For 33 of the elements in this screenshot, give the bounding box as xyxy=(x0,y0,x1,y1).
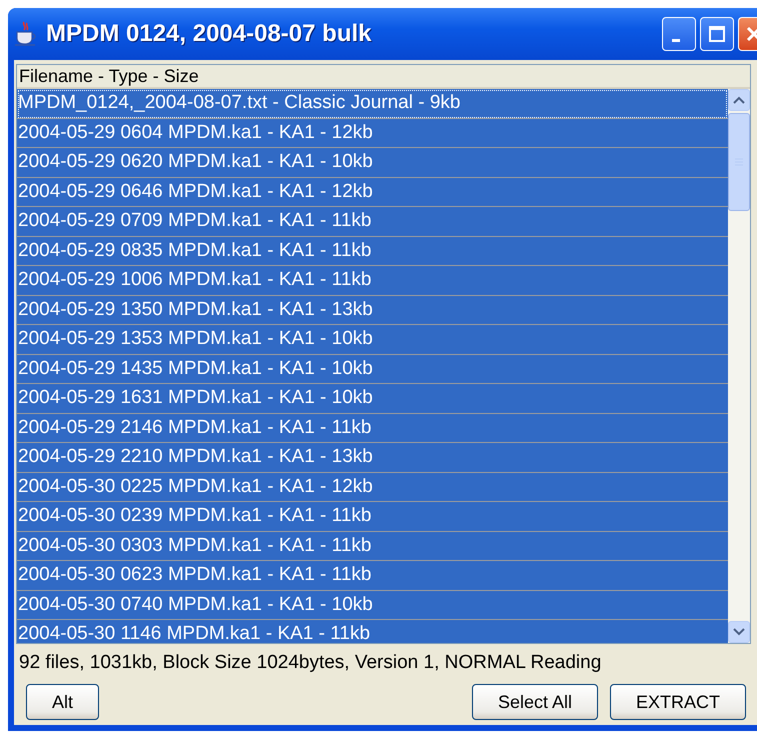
file-row[interactable]: 2004-05-29 1631 MPDM.ka1 - KA1 - 10kb xyxy=(17,384,728,414)
coffee-cup-icon xyxy=(14,21,38,47)
file-row[interactable]: 2004-05-30 1146 MPDM.ka1 - KA1 - 11kb xyxy=(17,620,728,643)
scroll-thumb[interactable] xyxy=(728,113,750,211)
file-row[interactable]: MPDM_0124,_2004-08-07.txt - Classic Journal - 9kb xyxy=(17,89,728,118)
file-row[interactable]: 2004-05-29 0709 MPDM.ka1 - KA1 - 11kb xyxy=(17,207,728,236)
file-row[interactable]: 2004-05-29 0620 MPDM.ka1 - KA1 - 10kb xyxy=(17,148,728,178)
file-row[interactable]: 2004-05-29 0646 MPDM.ka1 - KA1 - 12kb xyxy=(17,178,728,207)
window-title: MPDM 0124, 2004-08-07 bulk xyxy=(46,20,372,48)
file-row[interactable]: 2004-05-29 1353 MPDM.ka1 - KA1 - 10kb xyxy=(17,325,728,354)
file-row[interactable]: 2004-05-30 0623 MPDM.ka1 - KA1 - 11kb xyxy=(17,561,728,590)
minimize-button[interactable] xyxy=(662,17,696,51)
scrollbar[interactable] xyxy=(728,89,750,643)
scroll-up-button[interactable] xyxy=(728,89,750,111)
select-all-button[interactable]: Select All xyxy=(472,684,598,720)
file-row[interactable]: 2004-05-29 1006 MPDM.ka1 - KA1 - 11kb xyxy=(17,266,728,296)
file-row[interactable]: 2004-05-29 1435 MPDM.ka1 - KA1 - 10kb xyxy=(17,354,728,384)
alt-button[interactable]: Alt xyxy=(26,684,100,720)
file-row[interactable]: 2004-05-30 0740 MPDM.ka1 - KA1 - 10kb xyxy=(17,590,728,620)
file-row[interactable]: 2004-05-30 0225 MPDM.ka1 - KA1 - 12kb xyxy=(17,472,728,502)
file-row[interactable]: 2004-05-30 0239 MPDM.ka1 - KA1 - 11kb xyxy=(17,502,728,532)
minimize-icon xyxy=(672,38,680,42)
scroll-down-button[interactable] xyxy=(728,621,750,643)
file-row[interactable]: 2004-05-29 2146 MPDM.ka1 - KA1 - 11kb xyxy=(17,414,728,443)
extract-button[interactable]: EXTRACT xyxy=(610,684,746,720)
file-row[interactable]: 2004-05-30 0303 MPDM.ka1 - KA1 - 11kb xyxy=(17,532,728,561)
maximize-icon xyxy=(708,25,726,43)
file-row[interactable]: 2004-05-29 0604 MPDM.ka1 - KA1 - 12kb xyxy=(17,118,728,148)
status-text: 92 files, 1031kb, Block Size 1024bytes, Version 1, NORMAL Reading xyxy=(18,651,602,674)
file-row[interactable]: 2004-05-29 1350 MPDM.ka1 - KA1 - 13kb xyxy=(17,296,728,325)
file-row[interactable]: 2004-05-29 2210 MPDM.ka1 - KA1 - 13kb xyxy=(17,443,728,472)
file-row[interactable]: 2004-05-29 0835 MPDM.ka1 - KA1 - 11kb xyxy=(17,236,728,266)
maximize-button[interactable] xyxy=(700,17,734,51)
